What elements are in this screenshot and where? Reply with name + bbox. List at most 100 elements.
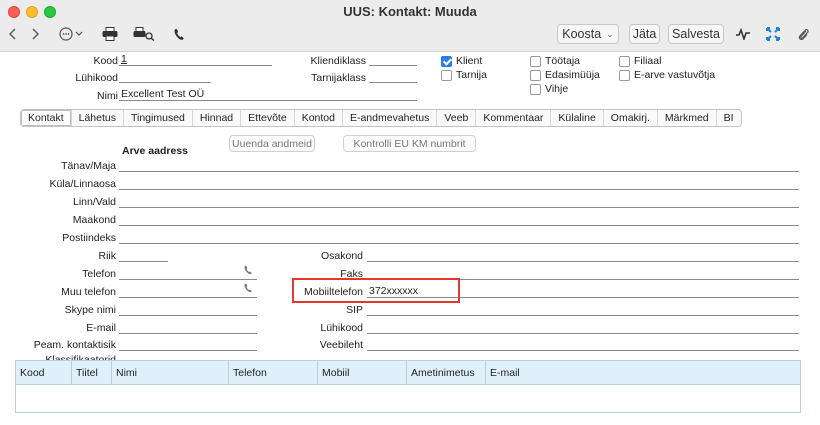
kontrolli-km-button[interactable]: Kontrolli EU KM numbrit <box>343 135 476 152</box>
contacts-table: Kood Tiitel Nimi Telefon Mobiil Ametinim… <box>15 360 801 413</box>
luhikood2-field[interactable] <box>367 321 799 334</box>
uuenda-andmeid-button[interactable]: Uuenda andmeid <box>229 135 315 152</box>
tab-e-andmevahetus[interactable]: E-andmevahetus <box>341 110 436 126</box>
earve-label: E-arve vastuvõtja <box>634 69 716 81</box>
kliendiklass-label: Kliendiklass <box>310 55 366 67</box>
tab-omakirj[interactable]: Omakirj. <box>602 110 657 126</box>
vihje-checkbox[interactable]: Vihje <box>530 83 568 95</box>
klient-checkbox[interactable]: Klient <box>441 55 482 67</box>
tab-markmed[interactable]: Märkmed <box>656 110 716 126</box>
veebileht-field[interactable] <box>367 338 799 351</box>
peam-kontaktisik-label: Peam. kontaktisik <box>33 339 116 351</box>
checkbox-icon <box>619 55 630 67</box>
telefon-label: Telefon <box>82 268 116 280</box>
peam-kontaktisik-field[interactable] <box>119 338 257 351</box>
ellipsis-circle-icon[interactable] <box>58 25 86 43</box>
jata-button[interactable]: Jäta <box>629 24 660 44</box>
earve-checkbox[interactable]: E-arve vastuvõtja <box>619 69 715 81</box>
tab-hinnad[interactable]: Hinnad <box>191 110 240 126</box>
title-bar: UUS: Kontakt: Muuda Koosta ⌄ Jäta Salves… <box>0 0 820 52</box>
klient-label: Klient <box>456 55 483 67</box>
postiindeks-field[interactable] <box>119 231 799 244</box>
checkbox-checked-icon <box>441 55 452 67</box>
column-kood[interactable]: Kood <box>16 361 72 385</box>
luhikood-label: Lühikood <box>75 72 118 84</box>
tab-ettevote[interactable]: Ettevõte <box>240 110 294 126</box>
activity-icon[interactable] <box>734 25 752 43</box>
phone-icon[interactable] <box>243 283 253 293</box>
tarnijaklass-field[interactable] <box>369 70 417 83</box>
column-ametinimetus[interactable]: Ametinimetus <box>407 361 486 385</box>
skype-label: Skype nimi <box>64 304 116 316</box>
tab-kommentaar[interactable]: Kommentaar <box>475 110 550 126</box>
edasimuuja-checkbox[interactable]: Edasimüüja <box>530 69 600 81</box>
tab-veeb[interactable]: Veeb <box>436 110 475 126</box>
printer-icon[interactable] <box>101 25 119 43</box>
maakond-field[interactable] <box>119 213 799 226</box>
tarnija-checkbox[interactable]: Tarnija <box>441 69 487 81</box>
tab-bi[interactable]: BI <box>715 110 741 126</box>
column-telefon[interactable]: Telefon <box>229 361 318 385</box>
table-body[interactable] <box>16 385 800 412</box>
kood-label: Kood <box>93 55 118 67</box>
expand-icon[interactable] <box>765 25 781 43</box>
postiindeks-label: Postiindeks <box>62 232 116 244</box>
checkbox-icon <box>530 83 541 95</box>
tab-tingimused[interactable]: Tingimused <box>122 110 192 126</box>
kliendiklass-field[interactable] <box>369 53 417 66</box>
tab-kontod[interactable]: Kontod <box>293 110 342 126</box>
window-title: UUS: Kontakt: Muuda <box>343 4 477 19</box>
mobiiltelefon-highlight <box>292 278 460 303</box>
tanav-field[interactable] <box>119 159 799 172</box>
checkbox-icon <box>530 55 541 67</box>
chevron-down-icon: ⌄ <box>606 28 614 39</box>
skype-field[interactable] <box>119 303 257 316</box>
email-label: E-mail <box>86 322 116 334</box>
kula-field[interactable] <box>119 177 799 190</box>
print-preview-icon[interactable] <box>133 25 155 43</box>
arve-aadress-title: Arve aadress <box>122 145 188 157</box>
tootaja-checkbox[interactable]: Töötaja <box>530 55 580 67</box>
checkbox-icon <box>530 69 541 81</box>
koosta-dropdown[interactable]: Koosta ⌄ <box>557 24 619 44</box>
veebileht-label: Veebileht <box>319 339 363 351</box>
edasimuuja-label: Edasimüüja <box>545 69 600 81</box>
tanav-label: Tänav/Maja <box>61 160 116 172</box>
vihje-label: Vihje <box>545 83 569 95</box>
riik-field[interactable] <box>119 249 168 262</box>
tab-kulaline[interactable]: Külaline <box>550 110 602 126</box>
paperclip-icon[interactable] <box>796 25 810 43</box>
column-email[interactable]: E-mail <box>486 361 800 385</box>
linn-field[interactable] <box>119 195 799 208</box>
nimi-field[interactable]: Excellent Test OÜ <box>119 88 417 101</box>
filiaal-checkbox[interactable]: Filiaal <box>619 55 661 67</box>
koosta-label: Koosta <box>562 27 602 41</box>
email-field[interactable] <box>119 321 257 334</box>
table-header: Kood Tiitel Nimi Telefon Mobiil Ametinim… <box>16 361 800 385</box>
tab-kontakt[interactable]: Kontakt <box>21 110 71 126</box>
osakond-label: Osakond <box>320 250 363 262</box>
column-mobiil[interactable]: Mobiil <box>318 361 407 385</box>
checkbox-icon <box>441 69 452 81</box>
column-tiitel[interactable]: Tiitel <box>72 361 112 385</box>
phone-icon[interactable] <box>243 265 253 275</box>
chevron-right-icon[interactable] <box>28 25 42 43</box>
chevron-left-icon[interactable] <box>6 25 20 43</box>
salvesta-button[interactable]: Salvesta <box>668 24 724 44</box>
phone-icon[interactable] <box>172 25 186 43</box>
kood-field[interactable]: 1 <box>119 53 272 66</box>
column-nimi[interactable]: Nimi <box>112 361 229 385</box>
tab-lahetus[interactable]: Lähetus <box>70 110 123 126</box>
maakond-label: Maakond <box>72 214 116 226</box>
filiaal-label: Filiaal <box>634 55 662 67</box>
riik-label: Riik <box>98 250 117 262</box>
muu-telefon-label: Muu telefon <box>61 286 116 298</box>
osakond-field[interactable] <box>367 249 799 262</box>
telefon-field[interactable] <box>119 267 257 280</box>
luhikood-field[interactable] <box>119 70 211 83</box>
muu-telefon-field[interactable] <box>119 285 257 298</box>
kula-label: Küla/Linnaosa <box>49 178 116 190</box>
tootaja-label: Töötaja <box>545 55 581 67</box>
sip-field[interactable] <box>367 303 799 316</box>
checkbox-icon <box>619 69 630 81</box>
